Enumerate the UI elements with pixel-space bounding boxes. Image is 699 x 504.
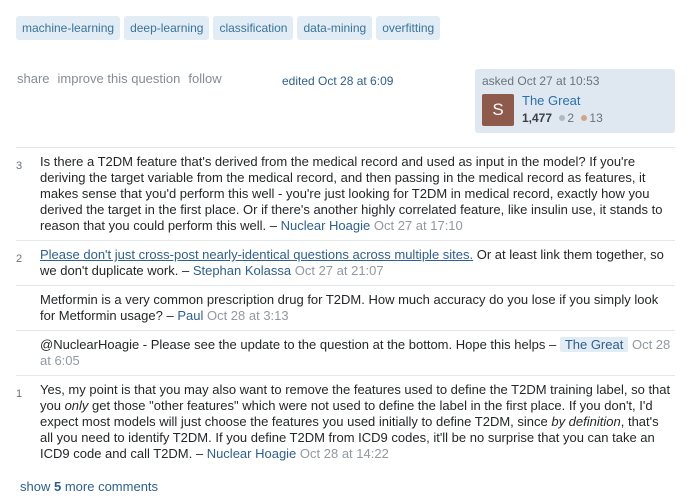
comment-text: Metformin is a very common prescription … (40, 292, 659, 323)
silver-badge-icon (559, 115, 566, 121)
comment-link[interactable]: Please don't just cross-post nearly-iden… (40, 247, 473, 262)
comment-time[interactable]: Oct 27 at 21:07 (295, 263, 384, 278)
comment: 2 Please don't just cross-post nearly-id… (16, 241, 675, 286)
tag-overfitting[interactable]: overfitting (376, 16, 441, 40)
show-more-prefix: show (20, 479, 51, 494)
comment: @NuclearHoagie - Please see the update t… (16, 331, 675, 376)
silver-badge-count: 2 (567, 111, 575, 125)
owner-name[interactable]: The Great (522, 93, 581, 108)
comment-text: @NuclearHoagie - Please see the update t… (40, 337, 557, 352)
comment-user[interactable]: Nuclear Hoagie (207, 446, 297, 461)
comment-score: 1 (16, 388, 23, 400)
reputation-score: 1,477 (522, 111, 553, 125)
bronze-badge-count: 13 (589, 111, 603, 125)
share-link[interactable]: share (17, 71, 50, 86)
post-menu: share improve this question follow (17, 71, 222, 86)
comment-time[interactable]: Oct 28 at 14:22 (300, 446, 389, 461)
comment-user[interactable]: The Great (559, 337, 629, 352)
edited-link[interactable]: edited Oct 28 at 6:09 (282, 74, 393, 88)
follow-link[interactable]: follow (188, 71, 221, 86)
comment: 1 Yes, my point is that you may also wan… (16, 376, 675, 470)
asked-time: asked Oct 27 at 10:53 (482, 74, 600, 88)
comment-user[interactable]: Paul (177, 308, 203, 323)
show-more-count: 5 (53, 479, 62, 494)
tag-deep-learning[interactable]: deep-learning (124, 16, 210, 40)
show-more-suffix: more comments (64, 479, 159, 494)
tag-classification[interactable]: classification (213, 16, 294, 40)
comment-time[interactable]: Oct 27 at 17:10 (374, 218, 463, 233)
comment-time[interactable]: Oct 28 at 3:13 (207, 308, 289, 323)
tag-list: machine-learning deep-learning classific… (16, 16, 441, 40)
comment-user[interactable]: Nuclear Hoagie (281, 218, 371, 233)
avatar[interactable]: S (482, 94, 514, 126)
comment-list: 3 Is there a T2DM feature that's derived… (16, 147, 675, 470)
comment-score: 2 (16, 253, 23, 265)
tag-data-mining[interactable]: data-mining (297, 16, 373, 40)
owner-reputation: 1,477 2 13 (522, 111, 603, 125)
owner-card: asked Oct 27 at 10:53 S The Great 1,477 … (475, 69, 675, 133)
comment: Metformin is a very common prescription … (16, 286, 675, 331)
comment-emphasis: only (64, 398, 89, 413)
comment-user[interactable]: Stephan Kolassa (193, 263, 291, 278)
tag-machine-learning[interactable]: machine-learning (16, 16, 121, 40)
bronze-badge-icon (581, 115, 588, 121)
improve-question-link[interactable]: improve this question (58, 71, 181, 86)
comment-score: 3 (16, 160, 23, 172)
comment: 3 Is there a T2DM feature that's derived… (16, 147, 675, 241)
comment-emphasis: by definition (551, 414, 621, 429)
show-more-comments-link[interactable]: show 5 more comments (20, 479, 158, 494)
